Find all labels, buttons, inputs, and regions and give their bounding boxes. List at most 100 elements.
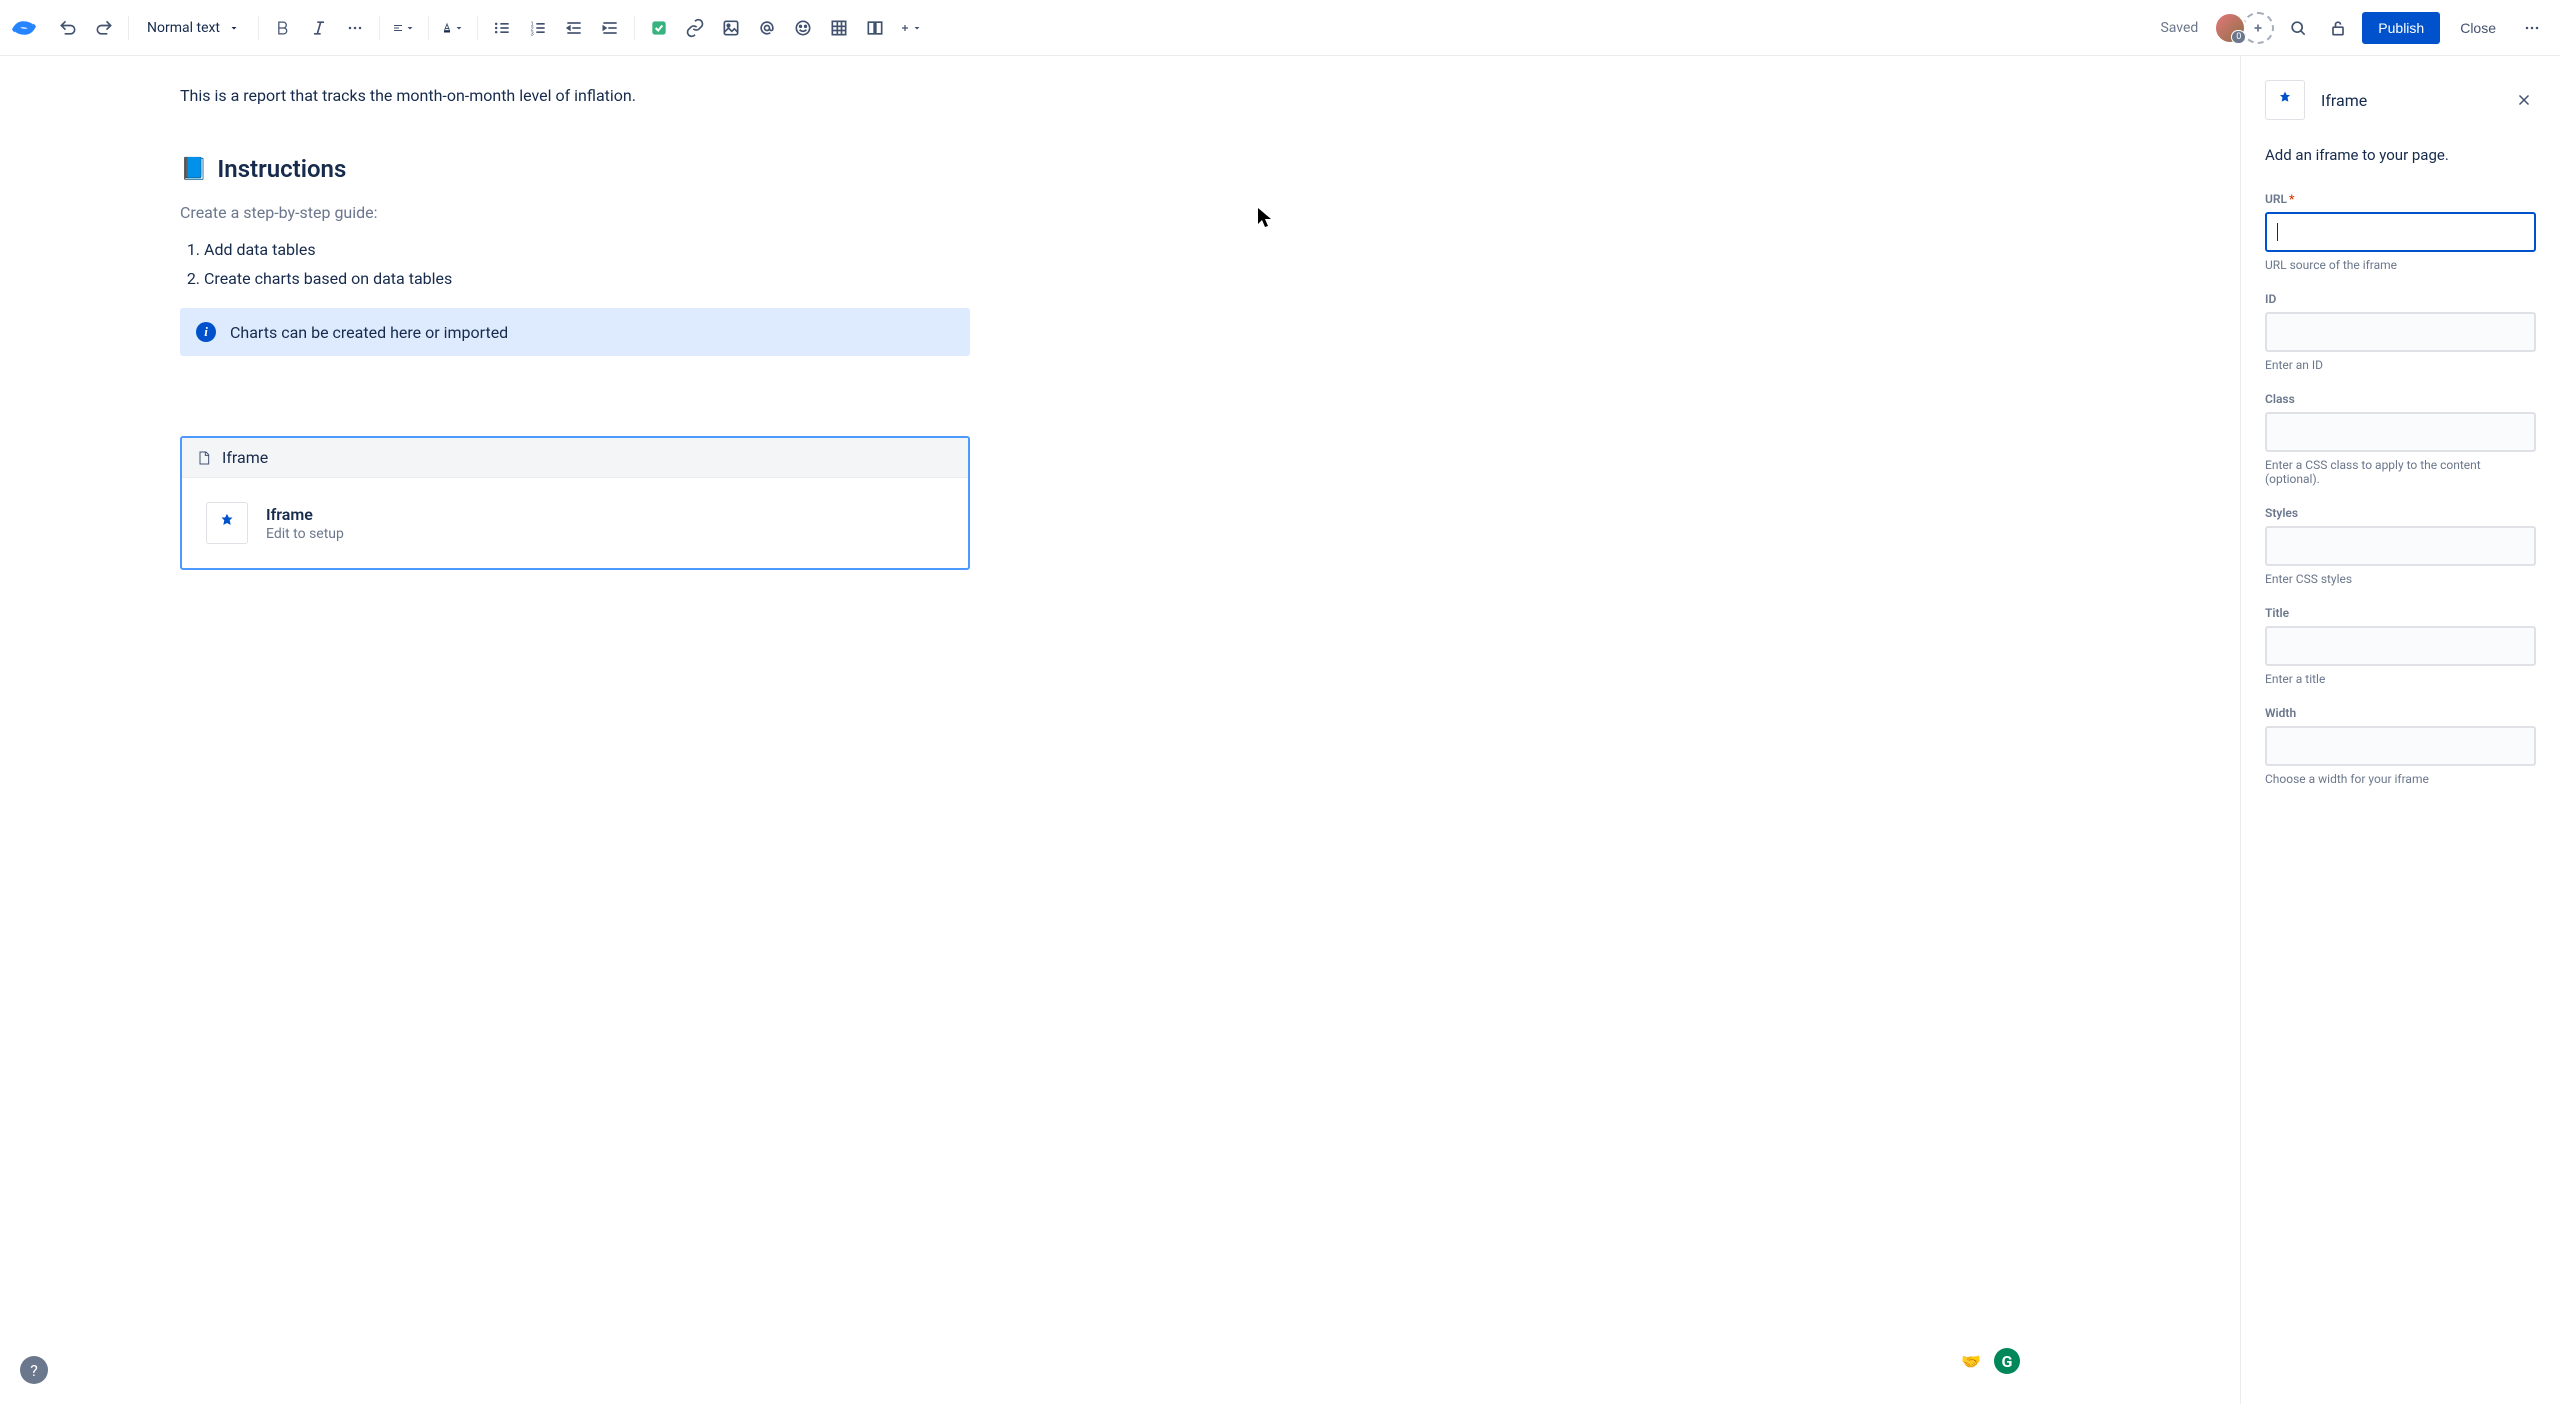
text-style-select[interactable]: Normal text xyxy=(137,12,250,44)
class-label: Class xyxy=(2265,392,2536,406)
class-field-group: Class Enter a CSS class to apply to the … xyxy=(2265,392,2536,486)
editor-content[interactable]: This is a report that tracks the month-o… xyxy=(0,56,2240,1404)
iframe-config-panel: Iframe Add an iframe to your page. URL* … xyxy=(2240,56,2560,1404)
close-button[interactable]: Close xyxy=(2448,12,2508,44)
panel-description: Add an iframe to your page. xyxy=(2265,146,2536,164)
numbered-list-button[interactable]: 123 xyxy=(522,12,554,44)
table-button[interactable] xyxy=(823,12,855,44)
chevron-down-icon xyxy=(228,22,240,34)
action-item-button[interactable] xyxy=(643,12,675,44)
plugin-icon xyxy=(2275,90,2295,110)
panel-title-group: Iframe xyxy=(2265,80,2367,120)
insert-button[interactable] xyxy=(895,12,927,44)
bold-button[interactable] xyxy=(267,12,299,44)
undo-button[interactable] xyxy=(52,12,84,44)
info-panel-text: Charts can be created here or imported xyxy=(230,323,508,342)
title-field-group: Title Enter a title xyxy=(2265,606,2536,686)
add-collaborator-button[interactable] xyxy=(2242,12,2274,44)
iframe-macro-body: Iframe Edit to setup xyxy=(182,478,968,568)
id-input[interactable] xyxy=(2265,312,2536,352)
iframe-placeholder-title: Iframe xyxy=(266,505,344,524)
toolbar-left: Normal text 123 xyxy=(12,12,2156,44)
book-emoji-icon: 📘 xyxy=(180,157,207,182)
info-panel: i Charts can be created here or imported xyxy=(180,308,970,356)
page-icon xyxy=(196,450,212,466)
toolbar-separator xyxy=(379,16,380,40)
saved-status: Saved xyxy=(2160,20,2198,36)
confluence-logo-icon xyxy=(12,16,36,40)
alignment-button[interactable] xyxy=(388,12,420,44)
floating-icons: 🤝 G xyxy=(1958,1348,2020,1374)
class-help: Enter a CSS class to apply to the conten… xyxy=(2265,458,2536,486)
emoji-button[interactable] xyxy=(787,12,819,44)
addon-icon xyxy=(206,502,248,544)
svg-text:3: 3 xyxy=(531,31,534,37)
text-style-label: Normal text xyxy=(147,20,220,36)
grammarly-icon[interactable]: G xyxy=(1994,1348,2020,1374)
title-label: Title xyxy=(2265,606,2536,620)
styles-label: Styles xyxy=(2265,506,2536,520)
url-input[interactable] xyxy=(2265,212,2536,252)
url-help: URL source of the iframe xyxy=(2265,258,2536,272)
iframe-placeholder-text: Iframe Edit to setup xyxy=(266,505,344,542)
text-color-button[interactable] xyxy=(437,12,469,44)
toolbar-separator xyxy=(258,16,259,40)
steps-list: Add data tables Create charts based on d… xyxy=(180,240,980,288)
list-item: Add data tables xyxy=(204,240,980,259)
instructions-heading: 📘 Instructions xyxy=(180,155,980,183)
toolbar-separator xyxy=(128,16,129,40)
italic-button[interactable] xyxy=(303,12,335,44)
content-inner: This is a report that tracks the month-o… xyxy=(180,86,980,570)
width-help: Choose a width for your iframe xyxy=(2265,772,2536,786)
user-avatar[interactable]: 0 xyxy=(2214,12,2246,44)
link-button[interactable] xyxy=(679,12,711,44)
url-label: URL* xyxy=(2265,192,2536,206)
width-field-group: Width Choose a width for your iframe xyxy=(2265,706,2536,786)
title-help: Enter a title xyxy=(2265,672,2536,686)
avatar-group: 0 xyxy=(2214,12,2274,44)
id-field-group: ID Enter an ID xyxy=(2265,292,2536,372)
title-input[interactable] xyxy=(2265,626,2536,666)
iframe-macro[interactable]: Iframe Iframe Edit to setup xyxy=(180,436,970,570)
instructions-heading-text: Instructions xyxy=(217,155,346,183)
restrictions-button[interactable] xyxy=(2322,12,2354,44)
help-button[interactable]: ? xyxy=(20,1356,48,1384)
styles-help: Enter CSS styles xyxy=(2265,572,2536,586)
iframe-placeholder-subtitle: Edit to setup xyxy=(266,526,344,542)
editor-toolbar: Normal text 123 xyxy=(0,0,2560,56)
plugin-icon xyxy=(216,512,238,534)
styles-field-group: Styles Enter CSS styles xyxy=(2265,506,2536,586)
width-label: Width xyxy=(2265,706,2536,720)
redo-button[interactable] xyxy=(88,12,120,44)
instructions-subtitle: Create a step-by-step guide: xyxy=(180,203,980,222)
info-icon: i xyxy=(196,322,216,342)
mention-button[interactable] xyxy=(751,12,783,44)
list-item: Create charts based on data tables xyxy=(204,269,980,288)
outdent-button[interactable] xyxy=(558,12,590,44)
handshake-emoji-icon[interactable]: 🤝 xyxy=(1958,1348,1984,1374)
close-icon xyxy=(2515,91,2533,109)
more-actions-button[interactable] xyxy=(2516,12,2548,44)
bullet-list-button[interactable] xyxy=(486,12,518,44)
width-input[interactable] xyxy=(2265,726,2536,766)
toolbar-separator xyxy=(634,16,635,40)
id-help: Enter an ID xyxy=(2265,358,2536,372)
main-area: This is a report that tracks the month-o… xyxy=(0,56,2560,1404)
indent-button[interactable] xyxy=(594,12,626,44)
toolbar-separator xyxy=(477,16,478,40)
panel-icon xyxy=(2265,80,2305,120)
class-input[interactable] xyxy=(2265,412,2536,452)
panel-header: Iframe xyxy=(2265,80,2536,120)
intro-paragraph: This is a report that tracks the month-o… xyxy=(180,86,980,105)
iframe-macro-header: Iframe xyxy=(182,438,968,478)
toolbar-separator xyxy=(428,16,429,40)
styles-input[interactable] xyxy=(2265,526,2536,566)
panel-close-button[interactable] xyxy=(2512,88,2536,112)
toolbar-right: Saved 0 Publish Close xyxy=(2160,12,2548,44)
search-button[interactable] xyxy=(2282,12,2314,44)
publish-button[interactable]: Publish xyxy=(2362,12,2440,44)
image-button[interactable] xyxy=(715,12,747,44)
more-formatting-button[interactable] xyxy=(339,12,371,44)
layouts-button[interactable] xyxy=(859,12,891,44)
id-label: ID xyxy=(2265,292,2536,306)
